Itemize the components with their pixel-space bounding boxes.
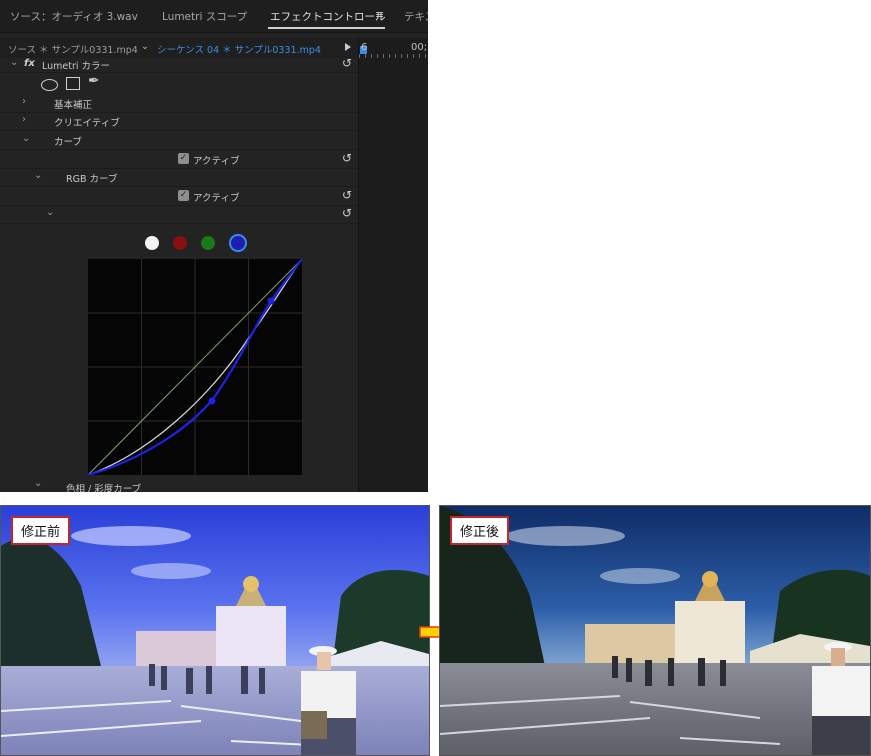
mini-timeline[interactable]: 6 00;	[358, 38, 428, 492]
chevron-down-icon[interactable]: ⌄	[10, 57, 18, 68]
section-creative[interactable]: › クリエイティブ	[0, 112, 358, 131]
reset-icon[interactable]: ↺	[342, 188, 352, 202]
after-label: 修正後	[450, 516, 510, 545]
hamburger-menu-icon[interactable]: ≡	[375, 8, 384, 21]
after-photo: 修正後	[439, 505, 871, 756]
section-label: RGB カーブ	[66, 174, 118, 185]
channel-red-button[interactable]	[173, 236, 187, 250]
effect-name: Lumetri カラー	[42, 61, 111, 72]
play-icon[interactable]	[345, 43, 351, 51]
effect-controls-panel: ソース：オーディオ 3.wav Lumetri スコープ エフェクトコントロール…	[0, 0, 428, 492]
tab-source-audio[interactable]: ソース：オーディオ 3.wav	[10, 9, 138, 24]
chevron-right-icon[interactable]: ›	[22, 114, 26, 125]
reset-icon[interactable]: ↺	[342, 206, 352, 220]
tab-text[interactable]: テキス	[404, 9, 428, 24]
panel-tab-bar: ソース：オーディオ 3.wav Lumetri スコープ エフェクトコントロール…	[0, 0, 428, 33]
before-photo: 修正前	[0, 505, 430, 756]
section-label: カーブ	[54, 137, 82, 148]
sequence-clip-label[interactable]: シーケンス 04 ＊ サンプル0331.mp4	[157, 42, 321, 56]
chevron-down-icon[interactable]: ⌄	[34, 478, 42, 489]
timecode-end: 00;	[411, 42, 428, 53]
before-label: 修正前	[11, 516, 71, 545]
timeline-ruler	[359, 54, 428, 58]
curves-active-row: ✓ アクティブ ↺	[0, 150, 358, 169]
curve-editor-row: ⌄ ↺	[0, 205, 358, 224]
tab-effect-controls[interactable]: エフェクトコントロール	[270, 9, 386, 24]
channel-green-button[interactable]	[201, 236, 215, 250]
section-label: クリエイティブ	[54, 118, 120, 129]
channel-blue-button[interactable]	[229, 234, 247, 252]
active-checkbox[interactable]: ✓	[178, 153, 189, 164]
section-hue-sat-curves[interactable]: 色相 / 彩度カーブ	[66, 481, 141, 492]
pen-mask-icon[interactable]: ✒	[88, 73, 100, 89]
active-label: アクティブ	[193, 193, 240, 204]
channel-white-button[interactable]	[145, 236, 159, 250]
chevron-down-icon[interactable]: ⌄	[22, 133, 30, 144]
rgb-active-row: ✓ アクティブ ↺	[0, 187, 358, 206]
rectangle-mask-icon[interactable]	[66, 77, 80, 90]
chevron-right-icon[interactable]: ›	[22, 96, 26, 107]
active-label: アクティブ	[193, 156, 240, 167]
section-curves[interactable]: ⌄ カーブ	[0, 131, 358, 150]
section-rgb-curves[interactable]: ⌄ RGB カーブ	[0, 168, 358, 187]
source-clip-label[interactable]: ソース ＊ サンプル0331.mp4	[8, 42, 138, 56]
reset-icon[interactable]: ↺	[342, 151, 352, 165]
effect-row-lumetri[interactable]: ⌄ fx Lumetri カラー ↺	[0, 56, 358, 73]
rgb-curve-graph[interactable]	[88, 259, 302, 475]
active-checkbox[interactable]: ✓	[178, 190, 189, 201]
tab-lumetri-scopes[interactable]: Lumetri スコープ	[162, 9, 247, 24]
section-label: 基本補正	[54, 100, 93, 111]
curve-control-point[interactable]	[208, 397, 216, 405]
chevron-down-icon[interactable]: ⌄	[141, 41, 149, 52]
timecode-start: 6	[361, 42, 368, 53]
active-tab-underline	[268, 27, 385, 29]
section-basic-correction[interactable]: › 基本補正	[0, 94, 358, 113]
reset-icon[interactable]: ↺	[342, 56, 352, 70]
fx-icon[interactable]: fx	[24, 58, 35, 69]
ellipse-mask-icon[interactable]	[41, 79, 58, 91]
curve-control-point[interactable]	[267, 297, 275, 305]
chevron-down-icon[interactable]: ⌄	[34, 170, 42, 181]
chevron-down-icon[interactable]: ⌄	[46, 207, 54, 218]
